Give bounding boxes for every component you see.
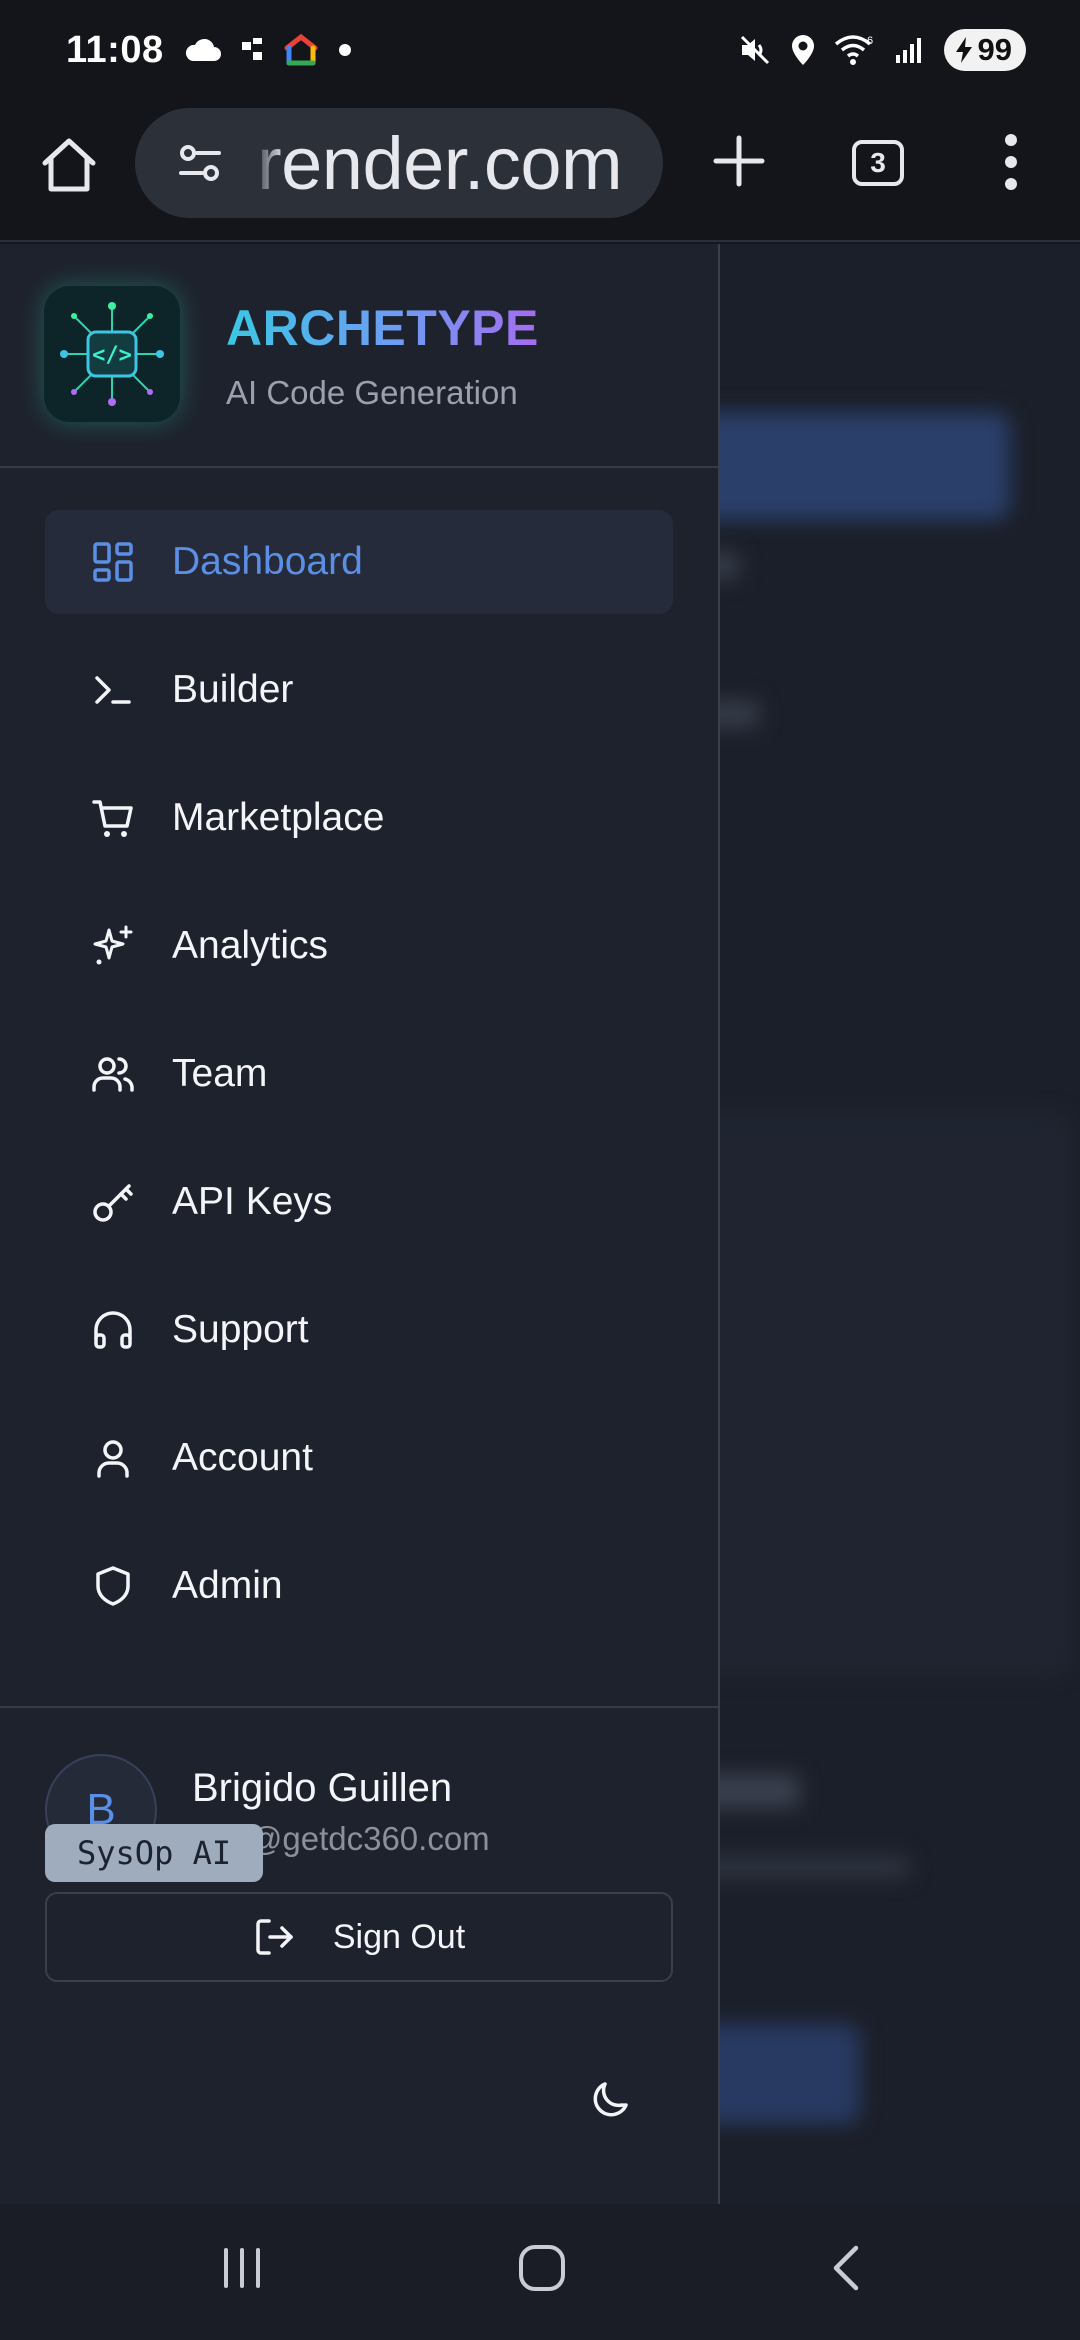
nav-item-builder[interactable]: Builder [45, 638, 673, 742]
more-options-icon[interactable] [990, 130, 1032, 194]
android-nav-bar [0, 2204, 1080, 2340]
mute-icon [740, 35, 769, 65]
user-name: Brigido Guillen [192, 1766, 453, 1810]
nav-item-label: Account [172, 1436, 313, 1479]
navigation-drawer: </> ARCHETYPE AI Code Generation Dashboa… [0, 244, 720, 2204]
cloud-icon [185, 38, 221, 61]
nav-item-api-keys[interactable]: API Keys [45, 1150, 673, 1254]
battery-level: 99 [977, 32, 1012, 67]
shield-icon [96, 1566, 130, 1606]
moon-icon[interactable] [588, 2076, 634, 2122]
nav-item-label: API Keys [172, 1180, 333, 1223]
location-icon [791, 35, 814, 65]
status-bar: 11:08 6 99 [0, 0, 1080, 100]
url-text: render.com [257, 121, 623, 205]
nav-item-analytics[interactable]: Analytics [45, 894, 673, 998]
dot-icon [338, 44, 351, 56]
terminal-icon [95, 676, 131, 704]
tab-count: 3 [870, 147, 886, 178]
nav-item-label: Team [172, 1052, 268, 1095]
wifi-icon: 6 [834, 35, 873, 65]
key-icon [93, 1184, 133, 1222]
nav-item-account[interactable]: Account [45, 1406, 673, 1510]
sign-out-label: Sign Out [332, 1917, 466, 1956]
signal-icon [895, 38, 921, 63]
sign-out-button[interactable]: Sign Out [45, 1892, 673, 1982]
brand-logo: </> [44, 286, 180, 422]
status-left: 11:08 [66, 29, 352, 72]
nav-item-team[interactable]: Team [45, 1022, 673, 1126]
home-button-icon[interactable] [516, 2242, 568, 2294]
nav-item-dashboard[interactable]: Dashboard [45, 510, 673, 614]
recents-icon[interactable] [216, 2242, 268, 2294]
dashboard-icon [93, 542, 133, 582]
sign-out-icon [256, 1919, 293, 1955]
notification-glyph-icon [241, 38, 262, 60]
status-time: 11:08 [66, 28, 164, 71]
home-icon[interactable] [38, 134, 100, 196]
nav-item-label: Admin [172, 1564, 283, 1607]
new-tab-icon[interactable] [708, 130, 770, 192]
nav-item-label: Analytics [172, 924, 329, 967]
nav-item-label: Marketplace [172, 796, 385, 839]
nav-item-label: Support [172, 1308, 309, 1351]
headphones-icon [94, 1311, 132, 1349]
nav-item-marketplace[interactable]: Marketplace [45, 766, 673, 870]
users-icon [92, 1057, 134, 1092]
bolt-icon [955, 37, 972, 63]
site-settings-icon[interactable] [177, 140, 223, 186]
user-icon [97, 1440, 129, 1478]
nav-item-support[interactable]: Support [45, 1278, 673, 1382]
google-home-icon [284, 34, 318, 66]
brand-header: </> ARCHETYPE AI Code Generation [0, 244, 718, 468]
sysop-ai-label: SysOp AI [77, 1834, 232, 1872]
brand-subtitle: AI Code Generation [226, 374, 518, 411]
brand-title: ARCHETYPE [226, 300, 539, 356]
circuit-logo-icon: </> [44, 286, 180, 422]
svg-text:6: 6 [867, 35, 873, 47]
cart-icon [92, 800, 133, 837]
browser-toolbar: render.com 3 [0, 100, 1080, 242]
status-right: 6 99 [738, 29, 1026, 71]
user-section: B Brigido Guillen root@getdc360.com Sign… [0, 1706, 718, 2204]
address-bar[interactable]: render.com [135, 108, 663, 218]
tab-switcher-button[interactable]: 3 [852, 140, 904, 186]
back-icon[interactable] [822, 2242, 874, 2294]
sysop-ai-badge[interactable]: SysOp AI [45, 1824, 264, 1882]
nav-item-admin[interactable]: Admin [45, 1534, 673, 1638]
nav-item-label: Dashboard [172, 540, 363, 583]
battery-indicator: 99 [943, 29, 1026, 71]
logo-code-glyph: </> [92, 343, 132, 368]
sparkles-icon [93, 925, 133, 965]
nav-item-label: Builder [172, 668, 294, 711]
